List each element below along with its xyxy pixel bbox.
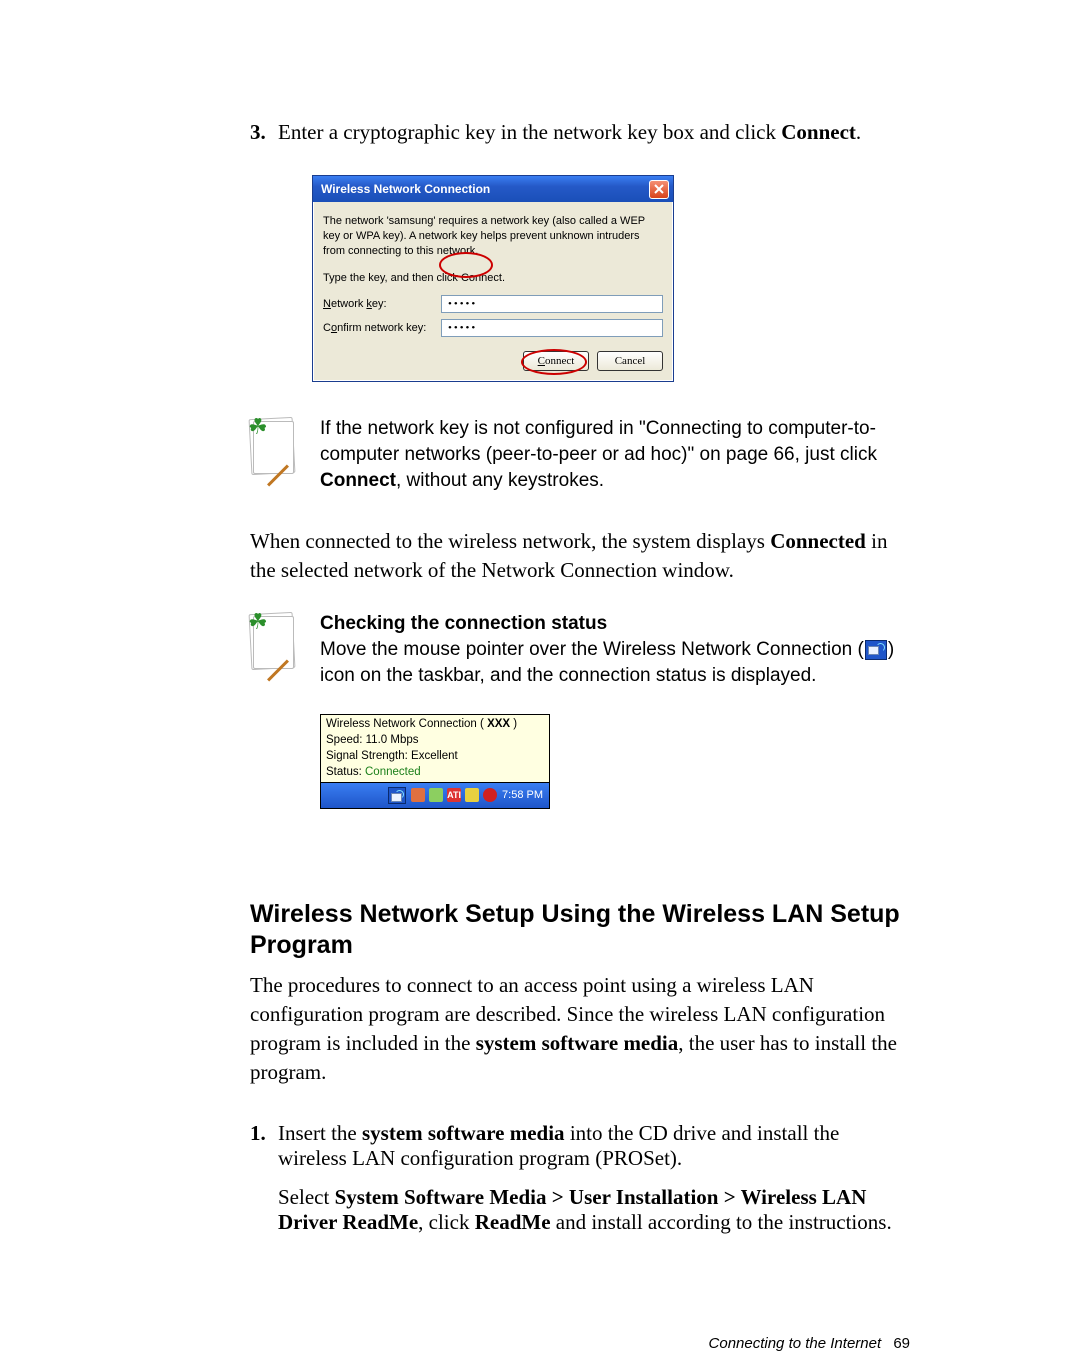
note-block: ☘ Checking the connection status Move th… bbox=[250, 611, 910, 688]
body-paragraph: The procedures to connect to an access p… bbox=[250, 971, 910, 1087]
close-button[interactable] bbox=[649, 180, 669, 199]
tooltip-line: Wireless Network Connection ( XXX ) bbox=[326, 716, 544, 732]
page-footer: Connecting to the Internet 69 bbox=[250, 1335, 910, 1352]
body-paragraph: When connected to the wireless network, … bbox=[250, 527, 910, 585]
tooltip-line: Speed: 11.0 Mbps bbox=[326, 732, 544, 748]
step-1: 1. Insert the system software media into… bbox=[250, 1121, 910, 1235]
tray-icon[interactable] bbox=[429, 788, 443, 802]
connect-button[interactable]: Connect bbox=[523, 351, 589, 371]
note-icon: ☘ bbox=[250, 611, 320, 688]
network-key-label: Network key: bbox=[323, 298, 441, 310]
clock: 7:58 PM bbox=[502, 789, 543, 801]
footer-title: Connecting to the Internet bbox=[709, 1335, 882, 1352]
section-heading: Wireless Network Setup Using the Wireles… bbox=[250, 899, 910, 962]
wireless-tray-icon bbox=[865, 640, 887, 660]
clover-icon: ☘ bbox=[248, 609, 268, 635]
dialog-instruction: Type the key, and then click Connect. bbox=[323, 271, 663, 286]
step-number: 3. bbox=[250, 120, 278, 382]
network-key-row: Network key: bbox=[323, 295, 663, 313]
dialog-titlebar: Wireless Network Connection bbox=[313, 176, 673, 202]
dialog-help-text: The network 'samsung' requires a network… bbox=[323, 214, 663, 259]
dialog-title: Wireless Network Connection bbox=[321, 182, 490, 196]
clover-icon: ☘ bbox=[248, 414, 268, 440]
note-text: If the network key is not configured in … bbox=[320, 416, 910, 493]
step-number: 1. bbox=[250, 1121, 278, 1235]
confirm-key-input[interactable] bbox=[441, 319, 663, 337]
note-block: ☘ If the network key is not configured i… bbox=[250, 416, 910, 493]
step-text: Insert the system software media into th… bbox=[278, 1121, 910, 1235]
tray-icon[interactable] bbox=[483, 788, 497, 802]
cancel-button[interactable]: Cancel bbox=[597, 351, 663, 371]
tooltip-line: Status: Connected bbox=[326, 764, 544, 780]
system-tray: ATI bbox=[387, 787, 497, 804]
taskbar: ATI 7:58 PM bbox=[320, 783, 550, 809]
confirm-key-row: Confirm network key: bbox=[323, 319, 663, 337]
page-number: 69 bbox=[893, 1335, 910, 1352]
tooltip-figure: Wireless Network Connection ( XXX ) Spee… bbox=[320, 714, 550, 808]
note-heading: Checking the connection status bbox=[320, 613, 607, 634]
tray-icon[interactable] bbox=[411, 788, 425, 802]
dialog-body: The network 'samsung' requires a network… bbox=[313, 202, 673, 381]
dialog-buttons: Connect Cancel bbox=[323, 351, 663, 371]
connection-tooltip: Wireless Network Connection ( XXX ) Spee… bbox=[320, 714, 550, 782]
step-3: 3. Enter a cryptographic key in the netw… bbox=[250, 120, 910, 382]
page-content: 3. Enter a cryptographic key in the netw… bbox=[0, 0, 1080, 1352]
wireless-tray-icon[interactable] bbox=[388, 787, 406, 804]
tray-icon[interactable] bbox=[465, 788, 479, 802]
note-text: Checking the connection status Move the … bbox=[320, 611, 910, 688]
wireless-dialog: Wireless Network Connection The network … bbox=[312, 175, 674, 382]
tooltip-line: Signal Strength: Excellent bbox=[326, 748, 544, 764]
confirm-key-label: Confirm network key: bbox=[323, 322, 441, 334]
network-key-input[interactable] bbox=[441, 295, 663, 313]
close-icon bbox=[654, 184, 664, 194]
step-text: Enter a cryptographic key in the network… bbox=[278, 120, 910, 382]
note-icon: ☘ bbox=[250, 416, 320, 493]
